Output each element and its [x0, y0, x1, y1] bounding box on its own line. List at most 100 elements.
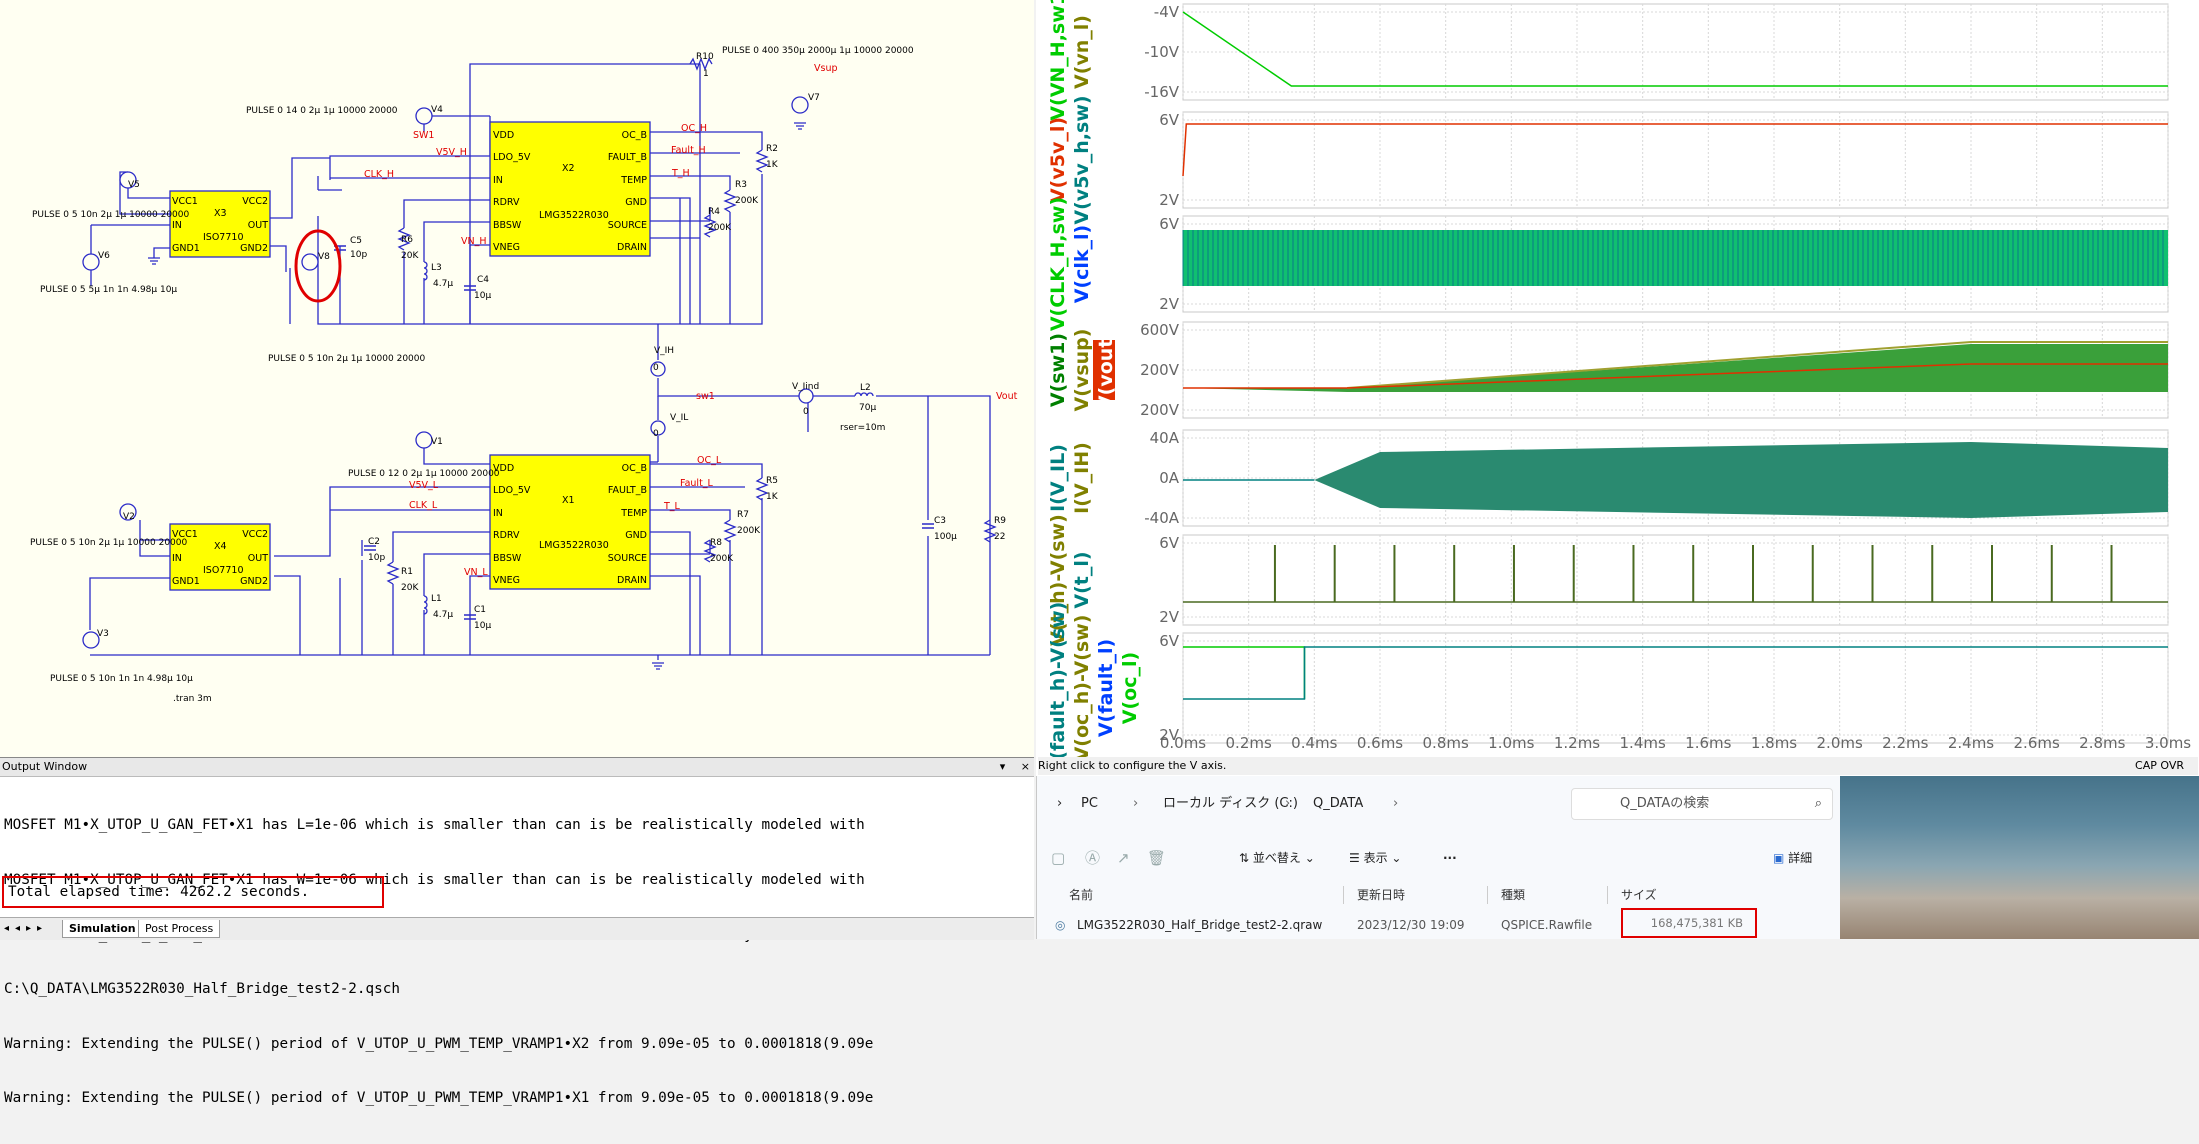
- r3-label: R3: [735, 180, 747, 190]
- trace-label-group[interactable]: I(V_IL) I(V_IH): [1047, 442, 1093, 514]
- more-button[interactable]: ···: [1443, 844, 1457, 872]
- viind-label: V_Iind: [792, 382, 819, 392]
- c2-value: 10p: [368, 553, 385, 563]
- breadcrumb-chevron-icon[interactable]: ›: [1057, 788, 1062, 820]
- trace-label[interactable]: V(v5v_h,sw): [1071, 95, 1093, 224]
- breadcrumb-local-disk[interactable]: ローカル ディスク (C:): [1163, 788, 1298, 820]
- trace-label[interactable]: V(oc_l): [1119, 652, 1141, 724]
- x4-pin-out: OUT: [248, 553, 268, 564]
- x2-pin-vneg: VNEG: [493, 242, 520, 253]
- trace-label-group[interactable]: V(sw1) V(vsup) V(vout): [1047, 329, 1117, 412]
- trace-label[interactable]: V(fault_l): [1095, 639, 1117, 737]
- trace-label[interactable]: V(sw1): [1047, 333, 1069, 407]
- trace-label[interactable]: V(vn_l): [1071, 15, 1093, 89]
- plot-frame: [1182, 632, 2169, 744]
- v2-label: V2: [123, 512, 135, 522]
- tab-simulation[interactable]: Simulation: [62, 920, 143, 938]
- search-input[interactable]: Q_DATAの検索 ⌕: [1571, 788, 1833, 820]
- sort-button[interactable]: ⇅ 並べ替え ⌄: [1239, 844, 1315, 872]
- trace-label[interactable]: V(clk_l): [1071, 225, 1093, 304]
- trace-label[interactable]: I(V_IH): [1071, 442, 1093, 514]
- x2-pin-bbsw: BBSW: [493, 220, 522, 231]
- net-clk-h: CLK_H: [364, 169, 394, 180]
- x2-ref: X2: [562, 163, 575, 174]
- address-bar[interactable]: › PC › ローカル ディスク (C:) › Q_DATA ›: [1037, 788, 1556, 820]
- search-icon[interactable]: ⌕: [1815, 789, 1822, 819]
- plot-frame: [1182, 111, 2169, 209]
- c1-value: 10μ: [474, 621, 491, 631]
- schematic-canvas[interactable]: VDD LDO_5V IN RDRV BBSW VNEG OC_B FAULT_…: [0, 0, 1034, 757]
- waveform-pane[interactable]: 6V2VV(t_h)-V(sw) V(t_l): [1047, 514, 2169, 646]
- waveform-viewer[interactable]: -4V -10V -16V V(VN_H,sw1) V(vn_l) 6V 2V V(v5v_l…: [1036, 0, 2199, 776]
- column-size[interactable]: サイズ: [1621, 882, 1657, 908]
- breadcrumb-pc[interactable]: PC: [1081, 788, 1098, 820]
- trace-label[interactable]: V(VN_H,sw1): [1047, 0, 1069, 121]
- waveform-pane[interactable]: -4V -10V -16V V(VN_H,sw1) V(vn_l): [1047, 0, 2169, 121]
- c5-label: C5: [350, 236, 362, 246]
- trace-label[interactable]: V(CLK_H,sw): [1047, 197, 1069, 331]
- trace-label[interactable]: V(fault_h)-V(sw): [1047, 602, 1069, 757]
- x4-pin-in: IN: [172, 553, 182, 564]
- trace-label[interactable]: V(v5v_l): [1047, 117, 1069, 203]
- vih-value: 0: [653, 363, 659, 373]
- net-v5v-h: V5V_H: [436, 147, 467, 158]
- r5-label: R5: [766, 476, 778, 486]
- waveform-pane[interactable]: 6V 2V V(v5v_l) V(v5v_h,sw): [1047, 95, 2169, 225]
- new-item-icon[interactable]: ▢: [1051, 844, 1065, 872]
- l1-label: L1: [431, 594, 442, 604]
- elapsed-time-highlight: Total elapsed time: 4262.2 seconds.: [2, 876, 384, 908]
- y-tick-label: 0A: [1159, 469, 1180, 487]
- delete-icon[interactable]: 🗑: [1147, 844, 1166, 872]
- trace-label[interactable]: V(t_l): [1071, 551, 1093, 608]
- x2-part: LMG3522R030: [539, 210, 609, 221]
- y-tick-label: 2V: [1159, 191, 1180, 209]
- view-button[interactable]: ☰ 表示 ⌄: [1349, 844, 1401, 872]
- trace-label-group[interactable]: V(fault_h)-V(sw) V(oc_h)-V(sw) V(fault_l) V…: [1047, 602, 1141, 757]
- column-type[interactable]: 種類: [1501, 882, 1525, 908]
- column-date[interactable]: 更新日時: [1357, 882, 1405, 908]
- v5-label: V5: [128, 180, 140, 190]
- trace-current-envelope: [1314, 442, 2168, 518]
- net-oc-l: OC_L: [697, 455, 722, 466]
- share-icon[interactable]: ↗: [1117, 844, 1130, 872]
- x2-pin-in: IN: [493, 175, 503, 186]
- trace-label[interactable]: V(vsup): [1071, 329, 1093, 412]
- sort-icon: ⇅: [1239, 851, 1253, 865]
- l1-value: 4.7μ: [433, 610, 453, 620]
- x3-ref: X3: [214, 208, 227, 219]
- chip-x1[interactable]: [489, 454, 651, 590]
- trace-label[interactable]: I(V_IL): [1047, 444, 1069, 512]
- details-button[interactable]: ▣ 詳細: [1773, 844, 1812, 872]
- y-tick-label: 2V: [1159, 608, 1180, 626]
- c4-value: 10μ: [474, 291, 491, 301]
- x4-pin-gnd1: GND1: [172, 576, 200, 587]
- x1-pin-ldo: LDO_5V: [493, 485, 531, 496]
- vih-label: V_IH: [654, 346, 674, 356]
- y-tick-label: 200V: [1140, 401, 1180, 419]
- breadcrumb-separator-icon: ›: [1285, 796, 1291, 811]
- viind-value: 0: [803, 407, 809, 417]
- net-vn-l: VN_L: [464, 567, 488, 578]
- breadcrumb-q-data[interactable]: Q_DATA: [1313, 788, 1363, 820]
- chip-x2[interactable]: [489, 121, 651, 257]
- rename-icon[interactable]: Ⓐ: [1085, 844, 1100, 872]
- c3-label: C3: [934, 516, 946, 526]
- net-vout: Vout: [996, 391, 1018, 402]
- trace-label[interactable]: V(oc_h)-V(sw): [1071, 615, 1093, 757]
- tab-post-process[interactable]: Post Process: [138, 920, 221, 938]
- net-v5v-l: V5V_L: [409, 480, 439, 491]
- tab-nav-arrows[interactable]: ◂◂▸▸: [4, 918, 48, 940]
- trace-label[interactable]: V(vout): [1095, 330, 1117, 410]
- waveform-plots[interactable]: -4V -10V -16V V(VN_H,sw1) V(vn_l) 6V 2V V(v5v_l…: [1036, 0, 2199, 757]
- x1-ref: X1: [562, 495, 575, 506]
- x4-pin-gnd2: GND2: [240, 576, 268, 587]
- l3-label: L3: [431, 263, 442, 273]
- output-close-icon[interactable]: ×: [1019, 760, 1030, 773]
- column-name[interactable]: 名前: [1069, 882, 1093, 908]
- x-tick-label: 0.2ms: [1226, 734, 1272, 752]
- search-placeholder: Q_DATAの検索: [1620, 796, 1710, 811]
- x-tick-label: 1.6ms: [1685, 734, 1731, 752]
- output-pin-icon[interactable]: ▾: [998, 760, 1006, 773]
- v7-label: V7: [808, 93, 820, 103]
- schematic-editor[interactable]: VDD LDO_5V IN RDRV BBSW VNEG OC_B FAULT_…: [0, 0, 1034, 757]
